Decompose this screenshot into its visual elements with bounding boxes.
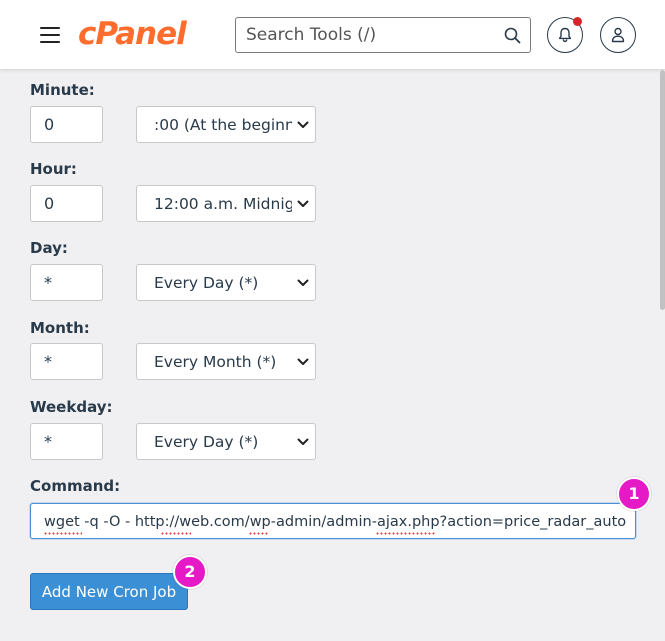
hour-select-value: 12:00 a.m. Midnight: [154, 195, 292, 213]
month-select-value: Every Month (*): [154, 353, 277, 371]
minute-label: Minute:: [30, 81, 95, 99]
weekday-input[interactable]: [30, 423, 103, 460]
day-input[interactable]: [30, 264, 103, 301]
minute-select[interactable]: :00 (At the beginning of the hour): [136, 106, 316, 143]
weekday-select[interactable]: Every Day (*): [136, 423, 316, 460]
weekday-label: Weekday:: [30, 398, 113, 416]
notifications-button[interactable]: [547, 17, 583, 53]
search-input[interactable]: [236, 18, 494, 52]
day-label: Day:: [30, 239, 68, 257]
annotation-badge-1: 1: [617, 477, 651, 511]
minute-select-value: :00 (At the beginning of the hour): [154, 116, 292, 134]
hour-select[interactable]: 12:00 a.m. Midnight: [136, 185, 316, 222]
spellcheck-underline: [44, 532, 82, 535]
search-icon[interactable]: [504, 27, 521, 44]
day-select-value: Every Day (*): [154, 274, 259, 292]
command-input[interactable]: wget -q -O - http://web.com/wp-admin/adm…: [30, 503, 636, 539]
chevron-down-icon: [297, 200, 309, 207]
weekday-select-value: Every Day (*): [154, 433, 259, 451]
hour-input[interactable]: [30, 185, 103, 222]
user-menu-button[interactable]: [600, 17, 636, 53]
minute-input[interactable]: [30, 106, 103, 143]
notification-dot: [573, 17, 582, 26]
user-icon: [611, 27, 625, 43]
annotation-badge-2: 2: [173, 555, 207, 589]
chevron-down-icon: [297, 279, 309, 286]
spellcheck-underline: [249, 532, 269, 535]
command-value: wget -q -O - http://web.com/wp-admin/adm…: [44, 514, 627, 530]
add-new-cron-job-button[interactable]: Add New Cron Job: [30, 573, 188, 610]
spellcheck-underline: [161, 532, 191, 535]
day-select[interactable]: Every Day (*): [136, 264, 316, 301]
scrollbar-thumb[interactable]: [660, 70, 665, 310]
chevron-down-icon: [297, 121, 309, 128]
search-box[interactable]: [235, 17, 531, 53]
bell-icon: [558, 27, 572, 43]
chevron-down-icon: [297, 438, 309, 445]
top-header: cPanel: [0, 0, 665, 70]
spellcheck-underline: [376, 532, 436, 535]
hamburger-menu-icon[interactable]: [40, 27, 60, 44]
cpanel-logo[interactable]: cPanel: [78, 14, 187, 54]
month-input[interactable]: [30, 343, 103, 380]
month-label: Month:: [30, 319, 90, 337]
hour-label: Hour:: [30, 160, 77, 178]
chevron-down-icon: [297, 358, 309, 365]
month-select[interactable]: Every Month (*): [136, 343, 316, 380]
command-label: Command:: [30, 477, 121, 495]
